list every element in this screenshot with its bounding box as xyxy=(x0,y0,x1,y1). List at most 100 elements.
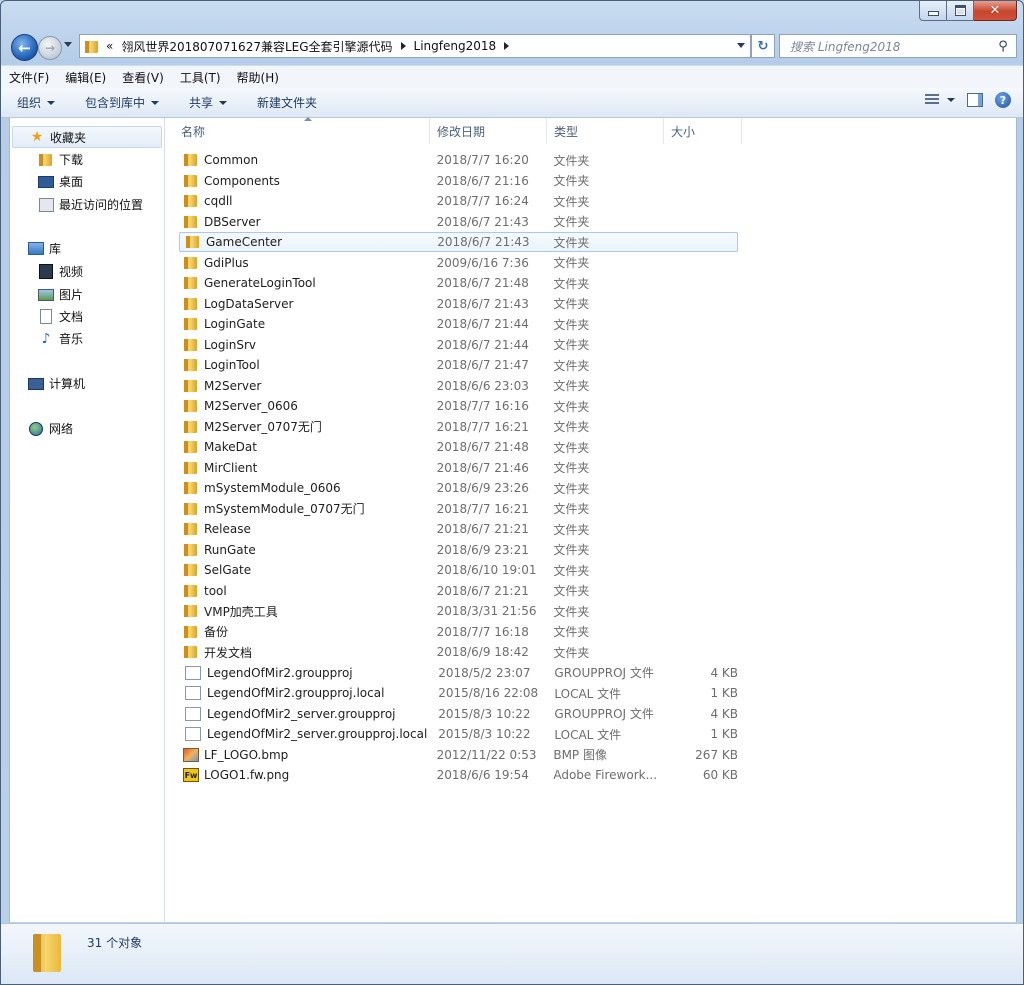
nav-item-network[interactable]: 网络 xyxy=(28,420,73,437)
search-input[interactable]: 搜索 Lingfeng2018 xyxy=(780,38,994,55)
item-count: 31 个对象 xyxy=(87,936,143,950)
nav-item-favorites[interactable]: ★ 收藏夹 xyxy=(12,126,162,148)
folder-icon xyxy=(183,481,199,495)
file-row[interactable]: M2Server_0707无门 2018/7/7 16:21 文件夹 xyxy=(178,417,738,437)
file-row[interactable]: cqdll 2018/7/7 16:24 文件夹 xyxy=(178,191,738,211)
column-header-date[interactable]: 修改日期 xyxy=(430,118,547,144)
file-row[interactable]: DBServer 2018/6/7 21:43 文件夹 xyxy=(178,212,738,232)
file-date: 2018/3/31 21:56 xyxy=(436,604,537,618)
nav-item-music[interactable]: ♪ 音乐 xyxy=(38,330,83,347)
file-row[interactable]: LF_LOGO.bmp 2012/11/22 0:53 BMP 图像 267 KB xyxy=(178,745,738,765)
share-button[interactable]: 共享 xyxy=(173,94,241,111)
desktop-icon xyxy=(38,175,54,189)
file-row[interactable]: M2Server 2018/6/6 23:03 文件夹 xyxy=(178,376,738,396)
breadcrumb-overflow[interactable]: « xyxy=(106,39,113,53)
file-type: 文件夹 xyxy=(553,563,590,578)
bitmap-image-icon xyxy=(183,747,199,762)
nav-item-label: 视频 xyxy=(59,265,84,279)
file-row[interactable]: M2Server_0606 2018/7/7 16:16 文件夹 xyxy=(178,396,738,416)
search-icon[interactable]: ⚲ xyxy=(994,39,1012,54)
nav-item-label: 收藏夹 xyxy=(50,130,87,145)
breadcrumb-separator-icon[interactable] xyxy=(504,42,510,50)
column-header-type[interactable]: 类型 xyxy=(547,118,664,144)
address-dropdown-icon[interactable] xyxy=(737,43,745,48)
file-row[interactable]: Components 2018/6/7 21:16 文件夹 xyxy=(178,171,738,191)
document-icon xyxy=(185,665,201,680)
file-row[interactable]: mSystemModule_0707无门 2018/7/7 16:21 文件夹 xyxy=(178,499,738,519)
chevron-down-icon xyxy=(151,100,160,105)
file-name: RunGate xyxy=(204,542,256,557)
file-row[interactable]: Release 2018/6/7 21:21 文件夹 xyxy=(178,519,738,539)
column-header-name[interactable]: 名称 xyxy=(174,117,430,144)
nav-item-pictures[interactable]: 图片 xyxy=(38,286,83,303)
file-row[interactable]: LegendOfMir2.groupproj 2018/5/2 23:07 GROU… xyxy=(178,663,738,683)
file-row[interactable]: mSystemModule_0606 2018/6/9 23:26 文件夹 xyxy=(178,478,738,498)
file-row[interactable]: LegendOfMir2_server.groupproj 2015/8/3 10… xyxy=(178,704,738,724)
minimize-button[interactable] xyxy=(919,1,947,21)
folder-icon xyxy=(183,256,199,270)
column-header-size[interactable]: 大小 xyxy=(664,118,742,144)
file-row[interactable]: RunGate 2018/6/9 23:21 文件夹 xyxy=(178,540,738,560)
file-type: 文件夹 xyxy=(553,338,590,352)
file-row[interactable]: LoginGate 2018/6/7 21:44 文件夹 xyxy=(178,314,738,334)
close-button[interactable]: ✕ xyxy=(974,1,1017,21)
menu-edit[interactable]: 编辑(E) xyxy=(57,69,114,86)
help-icon[interactable]: ? xyxy=(995,92,1011,108)
column-header-row: 名称 修改日期 类型 大小 xyxy=(166,117,1016,144)
breadcrumb-item-parent[interactable]: 翎风世界201807071627兼容LEG全套引擎源代码 xyxy=(121,38,392,55)
menu-help[interactable]: 帮助(H) xyxy=(229,69,287,86)
file-name: DBServer xyxy=(204,214,261,229)
menu-view[interactable]: 查看(V) xyxy=(114,69,172,86)
file-name: GameCenter xyxy=(206,235,283,249)
file-row[interactable]: 开发文档 2018/6/9 18:42 文件夹 xyxy=(178,642,738,662)
file-type: 文件夹 xyxy=(553,153,590,168)
nav-item-desktop[interactable]: 桌面 xyxy=(38,173,83,190)
recent-pages-dropdown-icon[interactable] xyxy=(64,42,72,47)
file-type: 文件夹 xyxy=(553,481,590,496)
change-view-button[interactable] xyxy=(925,94,955,106)
file-type: 文件夹 xyxy=(553,194,590,209)
refresh-button[interactable]: ↻ xyxy=(751,34,775,58)
menu-file[interactable]: 文件(F) xyxy=(1,69,57,86)
file-row[interactable]: MakeDat 2018/6/7 21:48 文件夹 xyxy=(178,437,738,457)
preview-pane-icon[interactable] xyxy=(967,93,983,107)
breadcrumb-separator-icon[interactable] xyxy=(400,42,406,50)
file-row[interactable]: 备份 2018/7/7 16:18 文件夹 xyxy=(178,622,738,642)
file-row[interactable]: LogDataServer 2018/6/7 21:43 文件夹 xyxy=(178,294,738,314)
file-row[interactable]: MirClient 2018/6/7 21:46 文件夹 xyxy=(178,458,738,478)
back-button[interactable]: ← xyxy=(11,34,38,61)
file-row[interactable]: SelGate 2018/6/10 19:01 文件夹 xyxy=(178,560,738,580)
file-row[interactable]: Fw LOGO1.fw.png 2018/6/6 19:54 Adobe Firewo… xyxy=(178,765,738,785)
nav-item-downloads[interactable]: 下载 xyxy=(38,151,83,168)
organize-button[interactable]: 组织 xyxy=(1,94,69,111)
file-date: 2018/7/7 16:21 xyxy=(436,419,529,434)
search-box[interactable]: 搜索 Lingfeng2018 ⚲ xyxy=(779,34,1017,58)
file-row[interactable]: LegendOfMir2.groupproj.local 2015/8/16 22… xyxy=(178,683,738,703)
file-row[interactable]: LoginTool 2018/6/7 21:47 文件夹 xyxy=(178,355,738,375)
file-row[interactable]: tool 2018/6/7 21:21 文件夹 xyxy=(178,581,738,601)
folder-icon xyxy=(183,461,199,475)
nav-item-documents[interactable]: 文档 xyxy=(38,308,83,325)
breadcrumb-item-current[interactable]: Lingfeng2018 xyxy=(414,39,497,53)
file-row[interactable]: Common 2018/7/7 16:20 文件夹 xyxy=(178,150,738,170)
file-row[interactable]: GenerateLoginTool 2018/6/7 21:48 文件夹 xyxy=(178,273,738,293)
navigation-bar: ← → « 翎风世界201807071627兼容LEG全套引擎源代码 Lingf… xyxy=(1,31,1023,61)
file-type: BMP 图像 xyxy=(553,748,607,762)
file-row[interactable]: GdiPlus 2009/6/16 7:36 文件夹 xyxy=(178,253,738,273)
file-row[interactable]: GameCenter 2018/6/7 21:43 文件夹 xyxy=(179,232,738,252)
file-row[interactable]: LegendOfMir2_server.groupproj.local 2015/… xyxy=(178,724,738,744)
file-type: 文件夹 xyxy=(553,625,590,639)
file-row[interactable]: VMP加壳工具 2018/3/31 21:56 文件夹 xyxy=(178,601,738,621)
nav-item-recent-places[interactable]: 最近访问的位置 xyxy=(38,196,143,213)
maximize-button[interactable] xyxy=(947,1,974,21)
menu-tools[interactable]: 工具(T) xyxy=(172,69,229,86)
nav-item-libraries[interactable]: 库 xyxy=(28,240,61,257)
file-row[interactable]: LoginSrv 2018/6/7 21:44 文件夹 xyxy=(178,335,738,355)
new-folder-button[interactable]: 新建文件夹 xyxy=(241,94,331,111)
address-bar[interactable]: « 翎风世界201807071627兼容LEG全套引擎源代码 Lingfeng2… xyxy=(79,34,751,58)
forward-button[interactable]: → xyxy=(38,36,62,60)
nav-item-computer[interactable]: 计算机 xyxy=(28,375,85,392)
nav-item-videos[interactable]: 视频 xyxy=(38,263,83,280)
file-date: 2018/7/7 16:18 xyxy=(436,624,529,639)
include-in-library-button[interactable]: 包含到库中 xyxy=(69,94,173,111)
